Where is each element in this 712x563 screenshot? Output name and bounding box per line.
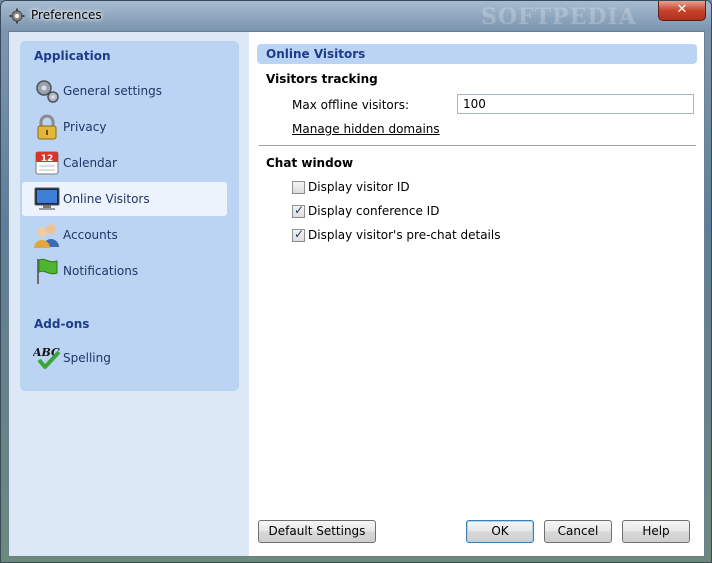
calendar-icon: 12	[35, 151, 59, 175]
users-icon	[34, 224, 59, 248]
sidebar: Application General settings Privacy 12 …	[20, 41, 239, 391]
checkmark-icon: ✓	[294, 203, 305, 217]
watermark: SOFTPEDIA	[481, 4, 637, 30]
sidebar-item-spelling[interactable]: ABC Spelling	[22, 341, 227, 375]
panel-header: Online Visitors	[257, 44, 697, 64]
sidebar-item-label: Spelling	[63, 351, 111, 365]
sidebar-item-label: Calendar	[63, 156, 117, 170]
sidebar-header-add-ons: Add-ons	[34, 317, 90, 331]
title-bar: Preferences SOFTPEDIA ✕	[1, 1, 711, 31]
sidebar-item-label: Notifications	[63, 264, 139, 278]
display-conference-id-checkbox[interactable]: ✓	[292, 203, 305, 218]
sidebar-item-label: Privacy	[63, 120, 107, 134]
sidebar-item-accounts[interactable]: Accounts	[22, 218, 227, 252]
sidebar-item-online-visitors[interactable]: Online Visitors	[22, 182, 227, 216]
sidebar-item-label: Accounts	[63, 228, 118, 242]
section-divider	[259, 145, 696, 146]
chat-window-title: Chat window	[266, 156, 354, 170]
window-title: Preferences	[31, 8, 102, 22]
preferences-window: Preferences SOFTPEDIA ✕ Application Gene…	[0, 0, 712, 563]
display-pre-chat-details-checkbox[interactable]: ✓	[292, 227, 305, 242]
cancel-button[interactable]: Cancel	[544, 520, 612, 543]
display-visitor-id-checkbox[interactable]	[292, 181, 305, 194]
sidebar-item-calendar[interactable]: 12 Calendar	[22, 146, 227, 180]
gear-icon	[9, 8, 25, 24]
gears-icon	[36, 80, 59, 103]
checkbox-label: Display visitor's pre-chat details	[308, 228, 501, 242]
client-area: Application General settings Privacy 12 …	[8, 31, 705, 557]
padlock-icon	[37, 114, 57, 140]
checkmark-icon: ✓	[294, 227, 305, 241]
max-offline-visitors-label: Max offline visitors:	[292, 98, 409, 112]
close-button[interactable]: ✕	[658, 1, 706, 21]
close-icon: ✕	[676, 2, 688, 17]
visitors-tracking-title: Visitors tracking	[266, 72, 378, 86]
sidebar-item-label: Online Visitors	[63, 192, 150, 206]
monitor-icon	[34, 187, 60, 210]
sidebar-item-notifications[interactable]: Notifications	[22, 254, 227, 288]
sidebar-item-general-settings[interactable]: General settings	[22, 74, 227, 108]
help-button[interactable]: Help	[622, 520, 690, 543]
green-flag-icon	[37, 258, 58, 284]
abc-check-icon: ABC	[33, 346, 61, 369]
checkbox-label: Display visitor ID	[308, 180, 410, 194]
sidebar-header-application: Application	[34, 49, 111, 63]
checkbox-label: Display conference ID	[308, 204, 440, 218]
sidebar-item-privacy[interactable]: Privacy	[22, 110, 227, 144]
manage-hidden-domains-link[interactable]: Manage hidden domains	[292, 122, 440, 136]
panel-title: Online Visitors	[266, 47, 366, 61]
calendar-icon-text: 12	[41, 154, 54, 164]
default-settings-button[interactable]: Default Settings	[258, 520, 376, 543]
sidebar-item-label: General settings	[63, 84, 162, 98]
max-offline-visitors-input[interactable]	[457, 94, 694, 114]
ok-button[interactable]: OK	[466, 520, 534, 543]
